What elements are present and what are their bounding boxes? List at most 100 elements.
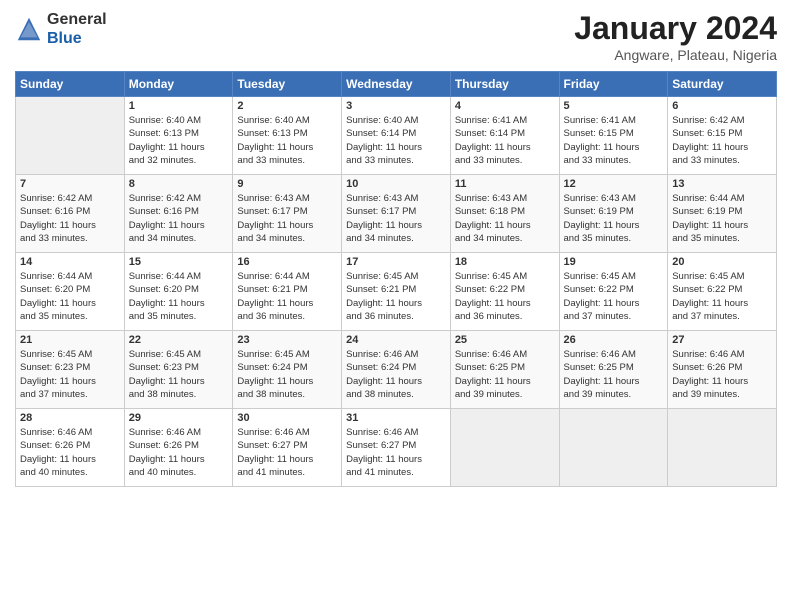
day-cell: 11 Sunrise: 6:43 AMSunset: 6:18 PMDayligh… (450, 175, 559, 253)
month-title: January 2024 (574, 10, 777, 47)
day-cell: 27 Sunrise: 6:46 AMSunset: 6:26 PMDayligh… (668, 331, 777, 409)
day-cell: 18Sunrise: 6:45 AMSunset: 6:22 PMDayligh… (450, 253, 559, 331)
day-number: 16 (237, 256, 337, 268)
day-info: Sunrise: 6:42 AMSunset: 6:15 PMDaylight:… (672, 114, 772, 167)
day-info: Sunrise: 6:45 AMSunset: 6:24 PMDaylight:… (237, 348, 337, 401)
day-info: Sunrise: 6:41 AMSunset: 6:15 PMDaylight:… (564, 114, 664, 167)
day-cell: 25Sunrise: 6:46 AMSunset: 6:25 PMDayligh… (450, 331, 559, 409)
day-cell: 8 Sunrise: 6:42 AMSunset: 6:16 PMDaylight… (124, 175, 233, 253)
day-info: Sunrise: 6:44 AMSunset: 6:20 PMDaylight:… (20, 270, 120, 323)
day-cell (16, 97, 125, 175)
title-block: January 2024 Angware, Plateau, Nigeria (574, 10, 777, 63)
day-cell: 20 Sunrise: 6:45 AMSunset: 6:22 PMDayligh… (668, 253, 777, 331)
day-cell: 7 Sunrise: 6:42 AMSunset: 6:16 PMDaylight… (16, 175, 125, 253)
day-number: 21 (20, 334, 120, 346)
day-info: Sunrise: 6:45 AMSunset: 6:22 PMDaylight:… (564, 270, 664, 323)
day-number: 27 (672, 334, 772, 346)
day-number: 13 (672, 178, 772, 190)
day-info: Sunrise: 6:46 AMSunset: 6:26 PMDaylight:… (672, 348, 772, 401)
calendar-table: Sunday Monday Tuesday Wednesday Thursday… (15, 71, 777, 487)
day-info: Sunrise: 6:44 AMSunset: 6:21 PMDaylight:… (237, 270, 337, 323)
day-number: 5 (564, 100, 664, 112)
day-number: 19 (564, 256, 664, 268)
week-row-2: 7 Sunrise: 6:42 AMSunset: 6:16 PMDaylight… (16, 175, 777, 253)
logo-text: General Blue (47, 10, 107, 48)
day-cell (450, 409, 559, 487)
day-info: Sunrise: 6:45 AMSunset: 6:22 PMDaylight:… (672, 270, 772, 323)
day-number: 18 (455, 256, 555, 268)
day-number: 2 (237, 100, 337, 112)
location: Angware, Plateau, Nigeria (574, 47, 777, 63)
day-info: Sunrise: 6:43 AMSunset: 6:19 PMDaylight:… (564, 192, 664, 245)
col-thursday: Thursday (450, 72, 559, 97)
col-saturday: Saturday (668, 72, 777, 97)
day-info: Sunrise: 6:45 AMSunset: 6:23 PMDaylight:… (20, 348, 120, 401)
day-cell: 15 Sunrise: 6:44 AMSunset: 6:20 PMDayligh… (124, 253, 233, 331)
day-cell: 14 Sunrise: 6:44 AMSunset: 6:20 PMDayligh… (16, 253, 125, 331)
day-number: 6 (672, 100, 772, 112)
day-info: Sunrise: 6:46 AMSunset: 6:26 PMDaylight:… (129, 426, 229, 479)
day-number: 8 (129, 178, 229, 190)
day-number: 11 (455, 178, 555, 190)
day-cell: 31 Sunrise: 6:46 AMSunset: 6:27 PMDayligh… (342, 409, 451, 487)
day-number: 9 (237, 178, 337, 190)
week-row-1: 1Sunrise: 6:40 AMSunset: 6:13 PMDaylight… (16, 97, 777, 175)
day-info: Sunrise: 6:42 AMSunset: 6:16 PMDaylight:… (20, 192, 120, 245)
col-friday: Friday (559, 72, 668, 97)
day-number: 15 (129, 256, 229, 268)
page: General Blue January 2024 Angware, Plate… (0, 0, 792, 612)
header-row: Sunday Monday Tuesday Wednesday Thursday… (16, 72, 777, 97)
day-number: 4 (455, 100, 555, 112)
day-cell (559, 409, 668, 487)
day-cell: 6 Sunrise: 6:42 AMSunset: 6:15 PMDaylight… (668, 97, 777, 175)
day-info: Sunrise: 6:43 AMSunset: 6:18 PMDaylight:… (455, 192, 555, 245)
day-info: Sunrise: 6:41 AMSunset: 6:14 PMDaylight:… (455, 114, 555, 167)
day-number: 24 (346, 334, 446, 346)
day-cell: 29 Sunrise: 6:46 AMSunset: 6:26 PMDayligh… (124, 409, 233, 487)
day-cell: 24 Sunrise: 6:46 AMSunset: 6:24 PMDayligh… (342, 331, 451, 409)
day-info: Sunrise: 6:44 AMSunset: 6:20 PMDaylight:… (129, 270, 229, 323)
day-cell: 1Sunrise: 6:40 AMSunset: 6:13 PMDaylight… (124, 97, 233, 175)
day-cell: 2Sunrise: 6:40 AMSunset: 6:13 PMDaylight… (233, 97, 342, 175)
day-cell: 16 Sunrise: 6:44 AMSunset: 6:21 PMDayligh… (233, 253, 342, 331)
day-number: 1 (129, 100, 229, 112)
day-number: 29 (129, 412, 229, 424)
col-wednesday: Wednesday (342, 72, 451, 97)
day-info: Sunrise: 6:42 AMSunset: 6:16 PMDaylight:… (129, 192, 229, 245)
day-number: 14 (20, 256, 120, 268)
day-number: 20 (672, 256, 772, 268)
col-sunday: Sunday (16, 72, 125, 97)
day-cell: 10 Sunrise: 6:43 AMSunset: 6:17 PMDayligh… (342, 175, 451, 253)
day-number: 23 (237, 334, 337, 346)
day-cell: 22Sunrise: 6:45 AMSunset: 6:23 PMDayligh… (124, 331, 233, 409)
col-monday: Monday (124, 72, 233, 97)
day-cell: 5 Sunrise: 6:41 AMSunset: 6:15 PMDaylight… (559, 97, 668, 175)
day-number: 10 (346, 178, 446, 190)
week-row-3: 14 Sunrise: 6:44 AMSunset: 6:20 PMDayligh… (16, 253, 777, 331)
day-info: Sunrise: 6:46 AMSunset: 6:27 PMDaylight:… (346, 426, 446, 479)
day-cell: 23 Sunrise: 6:45 AMSunset: 6:24 PMDayligh… (233, 331, 342, 409)
day-info: Sunrise: 6:46 AMSunset: 6:26 PMDaylight:… (20, 426, 120, 479)
day-info: Sunrise: 6:45 AMSunset: 6:21 PMDaylight:… (346, 270, 446, 323)
day-number: 31 (346, 412, 446, 424)
week-row-5: 28 Sunrise: 6:46 AMSunset: 6:26 PMDayligh… (16, 409, 777, 487)
day-number: 26 (564, 334, 664, 346)
col-tuesday: Tuesday (233, 72, 342, 97)
day-info: Sunrise: 6:46 AMSunset: 6:27 PMDaylight:… (237, 426, 337, 479)
day-cell: 12Sunrise: 6:43 AMSunset: 6:19 PMDayligh… (559, 175, 668, 253)
day-number: 7 (20, 178, 120, 190)
day-info: Sunrise: 6:43 AMSunset: 6:17 PMDaylight:… (346, 192, 446, 245)
day-info: Sunrise: 6:46 AMSunset: 6:25 PMDaylight:… (455, 348, 555, 401)
day-info: Sunrise: 6:46 AMSunset: 6:24 PMDaylight:… (346, 348, 446, 401)
logo: General Blue (15, 10, 107, 48)
day-number: 17 (346, 256, 446, 268)
day-number: 22 (129, 334, 229, 346)
day-cell: 3Sunrise: 6:40 AMSunset: 6:14 PMDaylight… (342, 97, 451, 175)
day-number: 28 (20, 412, 120, 424)
day-cell: 21 Sunrise: 6:45 AMSunset: 6:23 PMDayligh… (16, 331, 125, 409)
logo-icon (15, 15, 43, 43)
day-info: Sunrise: 6:43 AMSunset: 6:17 PMDaylight:… (237, 192, 337, 245)
day-cell: 19 Sunrise: 6:45 AMSunset: 6:22 PMDayligh… (559, 253, 668, 331)
day-info: Sunrise: 6:44 AMSunset: 6:19 PMDaylight:… (672, 192, 772, 245)
day-number: 30 (237, 412, 337, 424)
